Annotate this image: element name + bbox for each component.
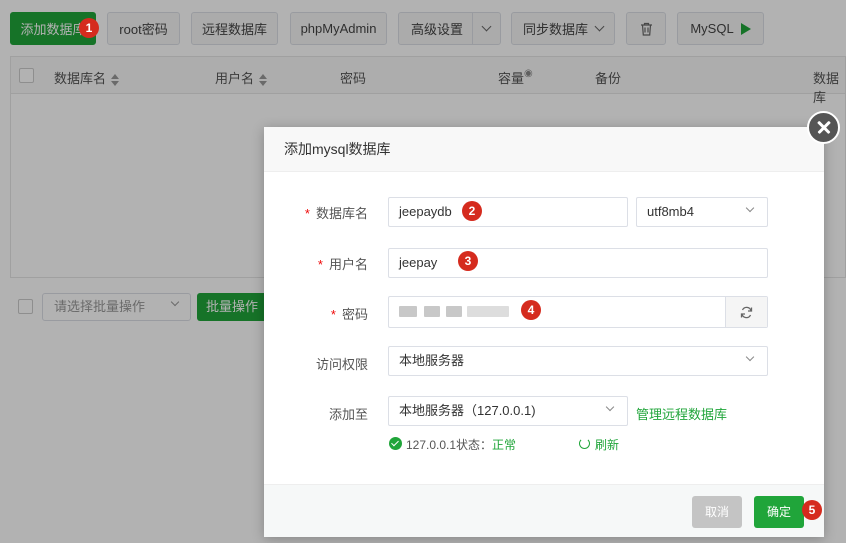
masked-password (399, 306, 417, 317)
step-badge-3: 3 (458, 251, 478, 271)
step-badge-5: 5 (802, 500, 822, 520)
password-label: * 密码 (304, 304, 368, 323)
step-badge-1: 1 (79, 18, 99, 38)
username-input[interactable]: jeepay (388, 248, 768, 278)
cancel-button[interactable]: 取消 (692, 496, 742, 528)
charset-select[interactable]: utf8mb4 (636, 197, 768, 227)
chevron-down-icon (605, 402, 615, 412)
access-select[interactable]: 本地服务器 (388, 346, 768, 376)
refresh-icon (579, 438, 590, 449)
addto-select[interactable]: 本地服务器（127.0.0.1) (388, 396, 628, 426)
addto-label: 添加至 (328, 407, 368, 422)
regenerate-password-button[interactable] (725, 297, 767, 327)
dbname-input[interactable]: jeepaydb (388, 197, 628, 227)
masked-password (424, 306, 440, 317)
required-marker: * (330, 307, 336, 322)
step-badge-4: 4 (521, 300, 541, 320)
chevron-down-icon (745, 352, 755, 362)
username-label: * 用户名 (304, 254, 368, 273)
addto-value: 本地服务器（127.0.0.1) (399, 403, 536, 418)
dbname-label-text: 数据库名 (315, 206, 368, 221)
status-text: 127.0.0.1状态：正常 (406, 436, 516, 453)
masked-password (446, 306, 462, 317)
username-label-text: 用户名 (328, 257, 368, 272)
masked-password (467, 306, 509, 317)
required-marker: * (304, 206, 310, 221)
status-ok-icon (389, 437, 402, 450)
refresh-status-link[interactable]: 刷新 (595, 436, 619, 453)
chevron-down-icon (745, 203, 755, 213)
manage-remote-db-link[interactable]: 管理远程数据库 (636, 404, 727, 423)
dbname-value: jeepaydb (399, 204, 452, 219)
status-prefix: 127.0.0.1状态： (406, 438, 493, 452)
password-label-text: 密码 (341, 307, 368, 322)
password-input[interactable] (388, 296, 768, 328)
access-label: 访问权限 (315, 357, 368, 372)
step-badge-2: 2 (462, 201, 482, 221)
dbname-label: * 数据库名 (304, 203, 368, 222)
close-icon[interactable] (807, 111, 840, 144)
dialog-footer: 取消 确定 (264, 484, 824, 537)
status-value: 正常 (492, 438, 517, 452)
refresh-icon (740, 306, 753, 318)
dialog-title: 添加mysql数据库 (264, 127, 824, 172)
access-value: 本地服务器 (399, 353, 465, 368)
username-value: jeepay (399, 255, 438, 270)
confirm-button[interactable]: 确定 (754, 496, 804, 528)
required-marker: * (317, 257, 323, 272)
charset-value: utf8mb4 (647, 204, 694, 219)
add-database-dialog: 添加mysql数据库 * 数据库名 jeepaydb utf8mb4 * 用户名 j… (264, 127, 824, 537)
